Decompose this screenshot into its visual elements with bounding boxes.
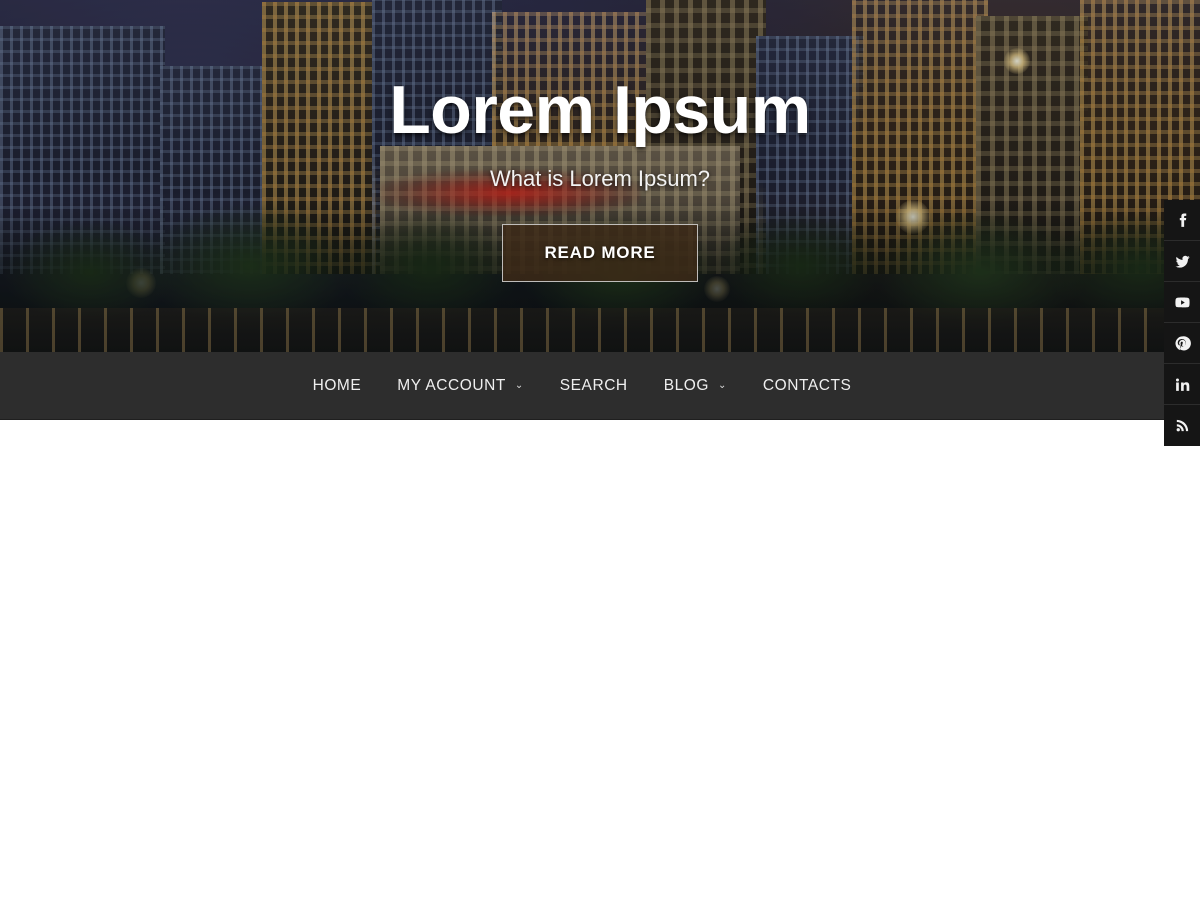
social-link-youtube[interactable] — [1164, 282, 1200, 323]
main-navigation: HOME MY ACCOUNT ⌄ SEARCH BLOG ⌄ CONTACTS — [0, 352, 1164, 420]
social-link-pinterest[interactable] — [1164, 323, 1200, 364]
hero-content: Lorem Ipsum What is Lorem Ipsum? READ MO… — [0, 0, 1200, 352]
nav-list: HOME MY ACCOUNT ⌄ SEARCH BLOG ⌄ CONTACTS — [295, 377, 870, 395]
nav-item-label: BLOG — [664, 377, 709, 395]
hero-section: Lorem Ipsum What is Lorem Ipsum? READ MO… — [0, 0, 1200, 352]
linkedin-icon — [1174, 376, 1191, 393]
nav-item-label: SEARCH — [560, 377, 628, 395]
twitter-icon — [1174, 253, 1191, 270]
page-root: Lorem Ipsum What is Lorem Ipsum? READ MO… — [0, 0, 1200, 900]
nav-item-blog[interactable]: BLOG ⌄ — [646, 377, 745, 395]
hero-title: Lorem Ipsum — [389, 76, 810, 144]
nav-item-label: HOME — [313, 377, 362, 395]
social-link-twitter[interactable] — [1164, 241, 1200, 282]
nav-item-home[interactable]: HOME — [295, 377, 380, 395]
rss-icon — [1174, 417, 1191, 434]
nav-item-my-account[interactable]: MY ACCOUNT ⌄ — [379, 377, 542, 395]
social-link-rss[interactable] — [1164, 405, 1200, 446]
youtube-icon — [1174, 294, 1191, 311]
chevron-down-icon: ⌄ — [515, 381, 524, 391]
nav-item-label: MY ACCOUNT — [397, 377, 506, 395]
read-more-button[interactable]: READ MORE — [502, 224, 698, 282]
nav-item-contacts[interactable]: CONTACTS — [745, 377, 870, 395]
post-carousel: ❮ ❯ — [0, 420, 1200, 900]
social-share-rail — [1164, 200, 1200, 446]
nav-item-search[interactable]: SEARCH — [542, 377, 646, 395]
facebook-icon — [1174, 212, 1191, 229]
pinterest-icon — [1174, 335, 1191, 352]
hero-subtitle: What is Lorem Ipsum? — [490, 166, 710, 192]
social-link-linkedin[interactable] — [1164, 364, 1200, 405]
chevron-down-icon: ⌄ — [718, 381, 727, 391]
social-link-facebook[interactable] — [1164, 200, 1200, 241]
nav-item-label: CONTACTS — [763, 377, 852, 395]
